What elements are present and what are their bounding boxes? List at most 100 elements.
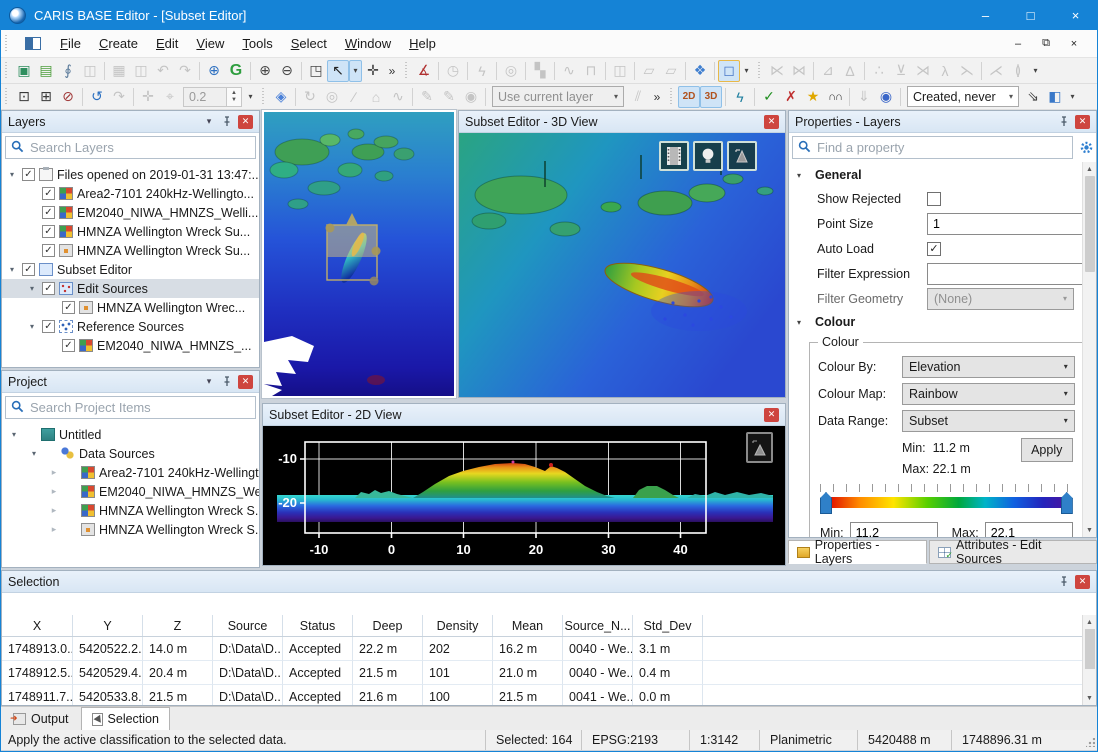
toolbar-drag-handle[interactable] [669,88,674,106]
column-header-y[interactable]: Y [73,615,143,636]
tab-output[interactable]: Output [3,707,79,730]
table-cell[interactable]: D:\Data\D... [213,661,283,685]
toolbar-drag-handle[interactable] [4,88,9,106]
visibility-checkbox[interactable]: ✓ [22,263,35,276]
visibility-checkbox[interactable]: ✓ [42,320,55,333]
layer-tree-item[interactable]: ✓ Area2-7101 240kHz-Wellingto... [2,184,259,203]
close-icon[interactable]: ✕ [1075,575,1090,589]
visibility-checkbox[interactable]: ✓ [62,301,75,314]
pan-icon[interactable]: ✛ [362,60,384,82]
separator[interactable] [605,62,606,80]
project-tree-item[interactable]: ▾ Untitled [2,425,259,444]
tab-attributes-edit-sources[interactable]: Attributes - Edit Sources [929,540,1097,564]
visibility-checkbox[interactable]: ✓ [42,187,55,200]
visibility-checkbox[interactable]: ✓ [42,225,55,238]
close-icon[interactable]: ✕ [1075,115,1090,129]
separator[interactable] [496,62,497,80]
bathymetry-map-canvas[interactable] [264,112,454,396]
select-by-area-icon[interactable]: ↺ [86,86,108,108]
properties-scrollbar[interactable]: ▲ ▼ [1082,162,1096,537]
column-header-status[interactable]: Status [283,615,353,636]
table-cell[interactable]: 21.5 m [493,685,563,705]
menu-file[interactable]: File [51,32,90,55]
flatten-icon[interactable]: ▱ [638,60,660,82]
edit-tool-2-icon[interactable]: ⋈ [788,60,810,82]
edit-tool-11-icon[interactable]: ≬ [1007,60,1029,82]
expander-icon[interactable]: ▾ [6,265,18,274]
subset-editor-dropdown[interactable]: ▾ [740,60,753,82]
column-header-x[interactable]: Xˆ [2,615,73,636]
close-button[interactable]: × [1053,0,1098,30]
max-value-input[interactable] [985,522,1073,537]
edit-tool-8-icon[interactable]: λ [934,60,956,82]
edit-tool-3-icon[interactable]: ⊿ [817,60,839,82]
edit-geometry-icon[interactable]: ✎ [438,86,460,108]
edit-tool-10-icon[interactable]: ⋌ [985,60,1007,82]
apply-button[interactable]: Apply [1021,438,1073,462]
overview-window-icon[interactable]: ◧ [1044,86,1066,108]
separator[interactable] [864,62,865,80]
property-search-input[interactable] [817,140,1067,155]
pin-icon[interactable] [1057,115,1071,129]
scroll-down-icon[interactable]: ▼ [1083,523,1096,537]
layer-tree-item[interactable]: ✓ EM2040_NIWA_HMNZS_... [2,336,259,355]
separator[interactable] [301,62,302,80]
visibility-checkbox[interactable]: ✓ [42,244,55,257]
pin-icon[interactable] [220,115,234,129]
minimize-button[interactable]: – [963,0,1008,30]
expander-icon[interactable]: ▾ [28,449,40,458]
parallel-lines-icon[interactable]: ⫽ [627,86,649,108]
resize-grip[interactable] [1082,730,1098,750]
project-search-input[interactable] [30,400,250,415]
separator[interactable] [554,62,555,80]
table-cell[interactable]: 0040 - We... [563,637,633,661]
record-movie-button[interactable] [659,141,689,171]
commit-icon[interactable]: ⇓ [853,86,875,108]
toolbar-overflow[interactable]: » [384,60,400,82]
toolbar-dropdown[interactable]: ▾ [244,86,257,108]
colour-map-combo[interactable]: Rainbow ▾ [902,383,1075,405]
edit-tool-7-icon[interactable]: ⋊ [912,60,934,82]
pin-icon[interactable] [220,375,234,389]
separator[interactable] [412,88,413,106]
profile-icon[interactable]: ▚ [529,60,551,82]
project-tree-item[interactable]: ▸ Area2-7101 240kHz-Wellingto... [2,463,259,482]
expander-icon[interactable]: ▸ [48,467,60,478]
separator[interactable] [634,62,635,80]
separator[interactable] [133,88,134,106]
settings-gear-icon[interactable] [1076,138,1096,158]
table-cell[interactable]: D:\Data\D... [213,637,283,661]
table-cell[interactable]: 1748911.7... [2,685,73,705]
orientation-button[interactable] [746,432,773,463]
layer-tree-item[interactable]: ✓ HMNZA Wellington Wreck Su... [2,241,259,260]
project-tree-item[interactable]: ▾ Data Sources [2,444,259,463]
table-cell[interactable]: 3.1 m [633,637,703,661]
table-cell[interactable]: 1748913.0... [2,637,73,661]
separator[interactable] [104,62,105,80]
select-pointer-icon[interactable]: ↖ [327,60,349,82]
separator[interactable] [295,88,296,106]
copy-icon[interactable]: ◫ [79,60,101,82]
selection-scrollbar[interactable]: ▲ ▼ [1082,615,1096,705]
edit-tool-5-icon[interactable]: ∴ [868,60,890,82]
close-icon[interactable]: ✕ [238,375,253,389]
table-row[interactable]: 1748913.0...5420522.2...14.0 mD:\Data\D.… [2,637,1082,661]
snap-point-icon[interactable]: ⌖ [159,86,181,108]
designate-icon[interactable]: ◷ [442,60,464,82]
table-cell[interactable]: 20.4 m [143,661,213,685]
table-cell[interactable]: 22.2 m [353,637,423,661]
open-data-icon[interactable]: ▤ [35,60,57,82]
tab-properties-layers[interactable]: Properties - Layers [788,540,927,564]
edit-tool-6-icon[interactable]: ⊻ [890,60,912,82]
view2d-canvas[interactable]: -10 -20 -10 0 10 20 30 40 [263,426,785,565]
colour-range-slider[interactable] [820,492,1073,514]
scrollbar-thumb[interactable] [1085,176,1095,272]
toolbar-drag-handle[interactable] [4,62,9,80]
visibility-checkbox[interactable]: ✓ [62,339,75,352]
menu-edit[interactable]: Edit [147,32,187,55]
rotate-feature-icon[interactable]: ↻ [299,86,321,108]
accept-icon[interactable]: ✓ [758,86,780,108]
table-cell[interactable]: 0040 - We... [563,661,633,685]
clear-selection-icon[interactable]: ⊘ [57,86,79,108]
lock-edits-icon[interactable]: ◉ [875,86,897,108]
